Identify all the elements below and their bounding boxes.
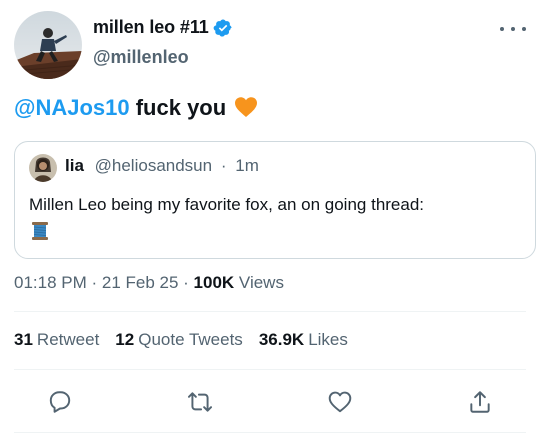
quote-text: Millen Leo being my favorite fox, an on … bbox=[29, 195, 425, 214]
views-label: Views bbox=[238, 273, 284, 292]
quote-tweets-stat[interactable]: 12 Quote Tweets bbox=[115, 330, 243, 350]
verified-badge-icon bbox=[213, 18, 232, 37]
quote-header: lia @heliosandsun · 1m bbox=[65, 156, 259, 176]
like-icon[interactable] bbox=[327, 389, 353, 415]
tweet-body: fuck you bbox=[129, 95, 227, 120]
meta-separator: · bbox=[178, 273, 194, 292]
author-name-row[interactable]: millen leo #11 bbox=[93, 17, 233, 38]
author-handle[interactable]: @millenleo bbox=[93, 47, 189, 68]
mention-link[interactable]: @NAJos10 bbox=[14, 95, 130, 120]
quote-tweets-label: Quote Tweets bbox=[138, 330, 243, 349]
quote-age[interactable]: 1m bbox=[235, 156, 259, 175]
engagement-stats: 31 Retweet 12 Quote Tweets 36.9K Likes bbox=[14, 330, 348, 350]
action-bar bbox=[0, 383, 540, 419]
retweet-stat[interactable]: 31 Retweet bbox=[14, 330, 99, 350]
divider bbox=[14, 432, 526, 433]
tweet-card: millen leo #11 @millenleo @NAJos10 fuck … bbox=[0, 0, 540, 441]
meta-separator: · bbox=[86, 273, 102, 292]
divider bbox=[14, 369, 526, 370]
tweet-meta-row: 01:18 PM · 21 Feb 25 · 100K Views bbox=[14, 273, 284, 293]
likes-stat[interactable]: 36.9K Likes bbox=[259, 330, 348, 350]
retweet-label: Retweet bbox=[36, 330, 100, 349]
views-count: 100K bbox=[193, 273, 235, 292]
quote-separator: · bbox=[220, 156, 227, 175]
retweet-count: 31 bbox=[14, 330, 33, 349]
tweet-date[interactable]: 21 Feb 25 bbox=[102, 273, 179, 292]
likes-count: 36.9K bbox=[258, 330, 305, 349]
tweet-text: @NAJos10 fuck you bbox=[14, 93, 258, 123]
divider bbox=[14, 311, 526, 312]
reply-icon[interactable] bbox=[47, 389, 73, 415]
spool-of-thread-icon bbox=[32, 222, 48, 240]
more-options-icon[interactable] bbox=[500, 22, 526, 36]
retweet-icon[interactable] bbox=[187, 389, 213, 415]
quote-author-handle[interactable]: @heliosandsun bbox=[95, 156, 212, 175]
quote-author-name[interactable]: lia bbox=[65, 156, 84, 175]
orange-heart-icon bbox=[235, 97, 258, 117]
quote-author-avatar[interactable] bbox=[29, 154, 57, 182]
likes-label: Likes bbox=[308, 330, 348, 349]
quote-tweets-count: 12 bbox=[115, 330, 135, 349]
author-display-name[interactable]: millen leo #11 bbox=[93, 17, 209, 38]
quote-tweet-card[interactable]: lia @heliosandsun · 1m Millen Leo being … bbox=[14, 141, 536, 259]
share-icon[interactable] bbox=[467, 389, 493, 415]
tweet-time[interactable]: 01:18 PM bbox=[14, 273, 87, 292]
author-avatar[interactable] bbox=[14, 11, 82, 79]
